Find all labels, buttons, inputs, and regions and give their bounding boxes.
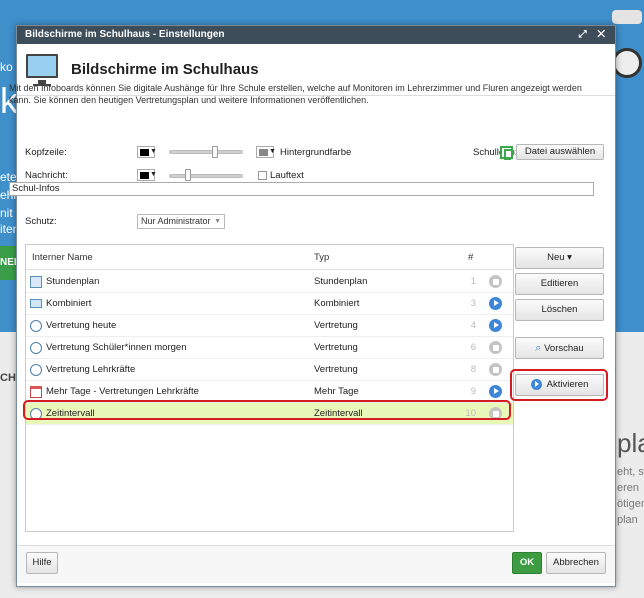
grid-icon <box>30 276 42 288</box>
background-green-button: NEI <box>0 246 16 280</box>
window-controls-icon[interactable]: ⤢ ✕ <box>579 26 609 44</box>
column-header-number[interactable]: # <box>468 252 473 263</box>
monitor-icon <box>30 299 42 308</box>
active-status-icon[interactable] <box>489 385 502 398</box>
table-row[interactable]: Vertretung heute Vertretung 4 <box>26 315 513 337</box>
person-icon <box>30 320 42 332</box>
row-type: Kombiniert <box>314 298 360 309</box>
chevron-down-icon: ▼ <box>150 148 157 155</box>
bg-fragment: pla <box>617 428 644 458</box>
row-number: 8 <box>470 364 476 375</box>
table-row[interactable]: Vertretung Lehrkräfte Vertretung 8 <box>26 359 513 381</box>
row-number: 4 <box>470 320 476 331</box>
color-swatch <box>140 172 149 179</box>
aktivieren-highlight <box>510 369 608 401</box>
active-status-icon[interactable] <box>489 297 502 310</box>
bg-fragment: ötigen <box>617 498 644 510</box>
intro-text: Mit den Infoboards können Sie digitale A… <box>9 83 582 105</box>
kopfzeile-color-picker[interactable]: ▼ <box>137 146 157 158</box>
kopfzeile-label: Kopfzeile: <box>25 147 67 158</box>
row-name: Vertretung Lehrkräfte <box>46 364 136 375</box>
nachricht-color-picker[interactable]: ▼ <box>137 169 157 181</box>
row-number: 9 <box>470 386 476 397</box>
row-name: Stundenplan <box>46 276 100 287</box>
row-number: 3 <box>470 298 476 309</box>
kopfzeile-slider[interactable] <box>169 150 243 154</box>
vorschau-button[interactable]: ⌕ Vorschau <box>515 337 604 359</box>
dialog-titlebar[interactable]: Bildschirme im Schulhaus - Einstellungen… <box>17 26 615 44</box>
bg-fragment: eren <box>617 482 640 494</box>
page-title: Bildschirme im Schulhaus <box>71 61 259 78</box>
table-row[interactable]: Kombiniert Kombiniert 3 <box>26 293 513 315</box>
dialog-title: Bildschirme im Schulhaus - Einstellungen <box>25 29 225 40</box>
selected-row-highlight <box>23 400 511 420</box>
editieren-button[interactable]: Editieren <box>515 273 604 295</box>
column-header-name[interactable]: Interner Name <box>32 252 93 263</box>
magnifier-icon: ⌕ <box>535 342 542 354</box>
column-header-type[interactable]: Typ <box>314 252 329 263</box>
person-icon <box>30 364 42 376</box>
row-type: Stundenplan <box>314 276 368 287</box>
bg-fragment: ko <box>0 60 13 74</box>
abbrechen-button[interactable]: Abbrechen <box>546 552 606 574</box>
color-swatch <box>140 149 149 156</box>
calendar-icon <box>30 386 42 398</box>
bg-fragment: nit <box>0 206 13 220</box>
person-icon <box>30 342 42 354</box>
nachricht-slider[interactable] <box>169 174 243 178</box>
schutz-label: Schutz: <box>25 216 57 227</box>
row-name: Vertretung Schüler*innen morgen <box>46 342 187 353</box>
boards-table: Interner Name Typ # Stundenplan Stundenpl… <box>25 244 514 532</box>
bg-section-heading: CH <box>0 372 16 384</box>
hintergrundfarbe-color-picker[interactable]: ▼ <box>256 146 276 158</box>
bg-fragment: eht, s <box>617 466 644 478</box>
color-swatch <box>259 149 268 156</box>
loeschen-button[interactable]: Löschen <box>515 299 604 321</box>
row-number: 1 <box>470 276 476 287</box>
nachricht-slider-handle[interactable] <box>184 169 191 181</box>
active-status-icon[interactable] <box>489 319 502 332</box>
chevron-down-icon: ▼ <box>150 171 157 178</box>
inactive-status-icon[interactable] <box>489 275 502 288</box>
table-row[interactable]: Vertretung Schüler*innen morgen Vertretun… <box>26 337 513 359</box>
table-header: Interner Name Typ # <box>26 245 513 270</box>
neu-button[interactable]: Neu ▾ <box>515 247 604 269</box>
schutz-selected-value: Nur Administrator <box>141 216 211 226</box>
vorschau-label: Vorschau <box>544 343 584 354</box>
bg-fragment: plan <box>617 514 638 526</box>
table-row[interactable]: Stundenplan Stundenplan 1 <box>26 271 513 293</box>
message-input[interactable]: Schul-Infos <box>9 182 594 196</box>
hilfe-button[interactable]: Hilfe <box>26 552 58 574</box>
chevron-down-icon: ▼ <box>269 148 276 155</box>
monitor-icon <box>26 54 58 86</box>
chevron-down-icon: ▼ <box>214 218 221 225</box>
inactive-status-icon[interactable] <box>489 341 502 354</box>
decor-shape <box>612 10 642 24</box>
row-type: Mehr Tage <box>314 386 359 397</box>
clock-icon <box>612 48 642 78</box>
row-type: Vertretung <box>314 320 358 331</box>
row-name: Vertretung heute <box>46 320 117 331</box>
row-type: Vertretung <box>314 342 358 353</box>
hintergrundfarbe-label: Hintergrundfarbe <box>280 147 352 158</box>
datei-auswaehlen-button[interactable]: Datei auswählen <box>516 144 604 160</box>
inactive-status-icon[interactable] <box>489 363 502 376</box>
lauftext-label: Lauftext <box>270 170 304 181</box>
school-logo-icon <box>500 146 513 160</box>
row-name: Kombiniert <box>46 298 92 309</box>
nachricht-label: Nachricht: <box>25 170 68 181</box>
row-number: 6 <box>470 342 476 353</box>
row-name: Mehr Tage - Vertretungen Lehrkräfte <box>46 386 199 397</box>
ok-button[interactable]: OK <box>512 552 542 574</box>
lauftext-checkbox[interactable] <box>258 171 267 180</box>
schutz-select[interactable]: Nur Administrator ▼ <box>137 214 225 229</box>
kopfzeile-slider-handle[interactable] <box>211 146 218 158</box>
row-type: Vertretung <box>314 364 358 375</box>
